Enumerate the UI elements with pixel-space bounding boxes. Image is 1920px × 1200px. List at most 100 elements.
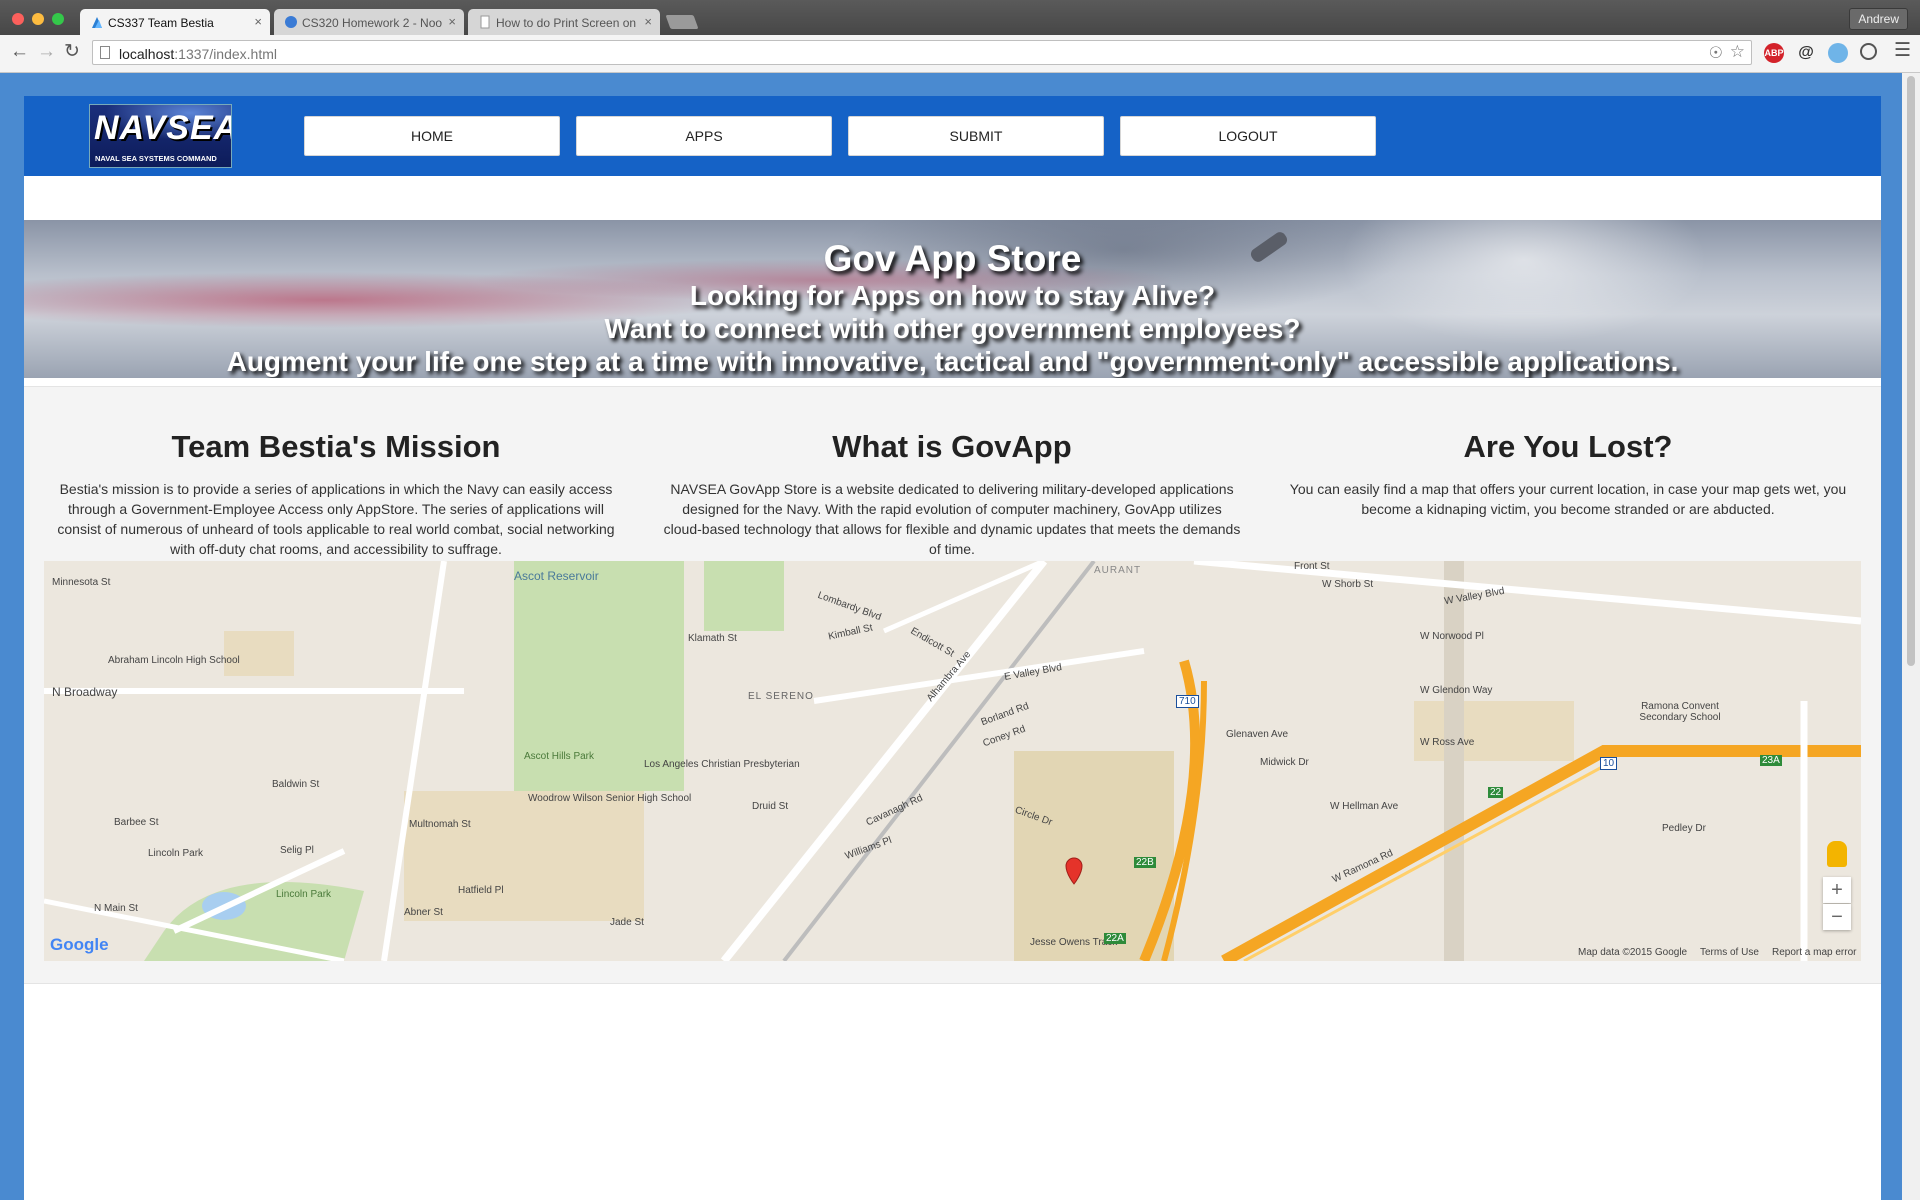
close-window-button[interactable] xyxy=(12,13,24,25)
terms-of-use-link[interactable]: Terms of Use xyxy=(1700,947,1759,958)
shield-710-icon: 710 xyxy=(1176,695,1199,708)
govapp-column: What is GovApp NAVSEA GovApp Store is a … xyxy=(662,429,1242,559)
page-favicon-icon xyxy=(480,15,490,29)
map-label: W Hellman Ave xyxy=(1330,801,1399,812)
navsea-logo[interactable]: NAVSEA NAVAL SEA SYSTEMS COMMAND xyxy=(89,104,232,168)
map-label: Selig Pl xyxy=(280,845,314,856)
shield-22-icon: 22 xyxy=(1488,787,1504,798)
road-line xyxy=(813,648,1145,704)
report-map-error-link[interactable]: Report a map error xyxy=(1772,947,1856,958)
shield-23a-icon: 23A xyxy=(1760,755,1782,766)
forward-arrow-icon[interactable]: → xyxy=(37,42,56,62)
map-label: W Norwood Pl xyxy=(1420,631,1484,642)
map-label: Barbee St xyxy=(114,817,159,828)
map-label: Lincoln Park xyxy=(148,848,204,859)
close-tab-icon[interactable]: × xyxy=(644,14,652,29)
nav-submit-button[interactable]: SUBMIT xyxy=(848,116,1104,156)
browser-tab[interactable]: How to do Print Screen on × xyxy=(468,9,660,35)
banner-title: Gov App Store xyxy=(823,238,1082,279)
freeway-10 xyxy=(1221,745,1861,961)
close-tab-icon[interactable]: × xyxy=(448,14,456,29)
mission-text: Bestia's mission is to provide a series … xyxy=(57,481,615,557)
google-map[interactable]: Ascot Reservoir Minnesota St Abraham Lin… xyxy=(44,561,1861,961)
logo-subtitle: NAVAL SEA SYSTEMS COMMAND xyxy=(95,154,217,163)
lost-column: Are You Lost? You can easily find a map … xyxy=(1278,429,1858,519)
tab-title: CS320 Homework 2 - Noo xyxy=(302,16,443,30)
shield-22b-icon: 22B xyxy=(1134,857,1156,868)
banner-line: Looking for Apps on how to stay Alive? xyxy=(689,280,1216,311)
shield-10-icon: 10 xyxy=(1600,757,1618,770)
lost-text: You can easily find a map that offers yo… xyxy=(1289,481,1847,517)
map-label: Druid St xyxy=(752,801,789,812)
map-label: Ramona Convent Secondary School xyxy=(1639,701,1721,723)
govapp-heading: What is GovApp xyxy=(832,429,1072,464)
browser-tab[interactable]: CS337 Team Bestia × xyxy=(80,9,270,35)
map-label: W Glendon Way xyxy=(1420,685,1493,696)
lost-heading: Are You Lost? xyxy=(1463,429,1673,464)
new-tab-button[interactable] xyxy=(665,15,699,29)
at-sign-icon[interactable]: @ xyxy=(1796,43,1816,63)
maximize-window-button[interactable] xyxy=(52,13,64,25)
scrollbar-thumb[interactable] xyxy=(1907,76,1915,666)
map-label: Pedley Dr xyxy=(1662,823,1706,834)
tab-title: CS337 Team Bestia xyxy=(108,16,214,30)
school-area xyxy=(1414,701,1574,761)
map-label: Ascot Hills Park xyxy=(524,751,595,762)
tab-title: How to do Print Screen on xyxy=(496,16,637,30)
map-label: Lincoln Park xyxy=(276,889,332,900)
map-graphic xyxy=(44,561,1861,961)
govapp-text: NAVSEA GovApp Store is a website dedicat… xyxy=(663,481,1241,557)
map-label: Midwick Dr xyxy=(1260,757,1309,768)
sync-extension-icon[interactable] xyxy=(1860,43,1877,60)
adblock-icon[interactable]: ABP xyxy=(1764,43,1784,63)
map-data-attribution: Map data ©2015 Google xyxy=(1578,947,1688,958)
zoom-out-button[interactable]: − xyxy=(1823,904,1851,930)
freeway-lane xyxy=(1243,764,1605,961)
map-label: Los Angeles Christian Presbyterian xyxy=(644,759,800,770)
school-area xyxy=(404,791,644,921)
location-icon[interactable]: ☉ xyxy=(1709,43,1723,63)
campus-area xyxy=(1014,751,1174,961)
nav-apps-button[interactable]: APPS xyxy=(576,116,832,156)
street-view-pegman-icon[interactable] xyxy=(1827,841,1847,867)
block-shape xyxy=(1444,561,1464,961)
browser-toolbar: ← → ↻ localhost:1337/index.html ☉ ☆ ABP … xyxy=(0,35,1920,73)
map-label: Klamath St xyxy=(688,633,737,644)
map-label: AURANT xyxy=(1094,565,1142,576)
page-scrollbar[interactable] xyxy=(1902,73,1920,1200)
nav-home-button[interactable]: HOME xyxy=(304,116,560,156)
page-icon xyxy=(100,46,110,59)
map-label: EL SERENO xyxy=(748,691,814,702)
map-label: Multnomah St xyxy=(409,819,471,830)
back-arrow-icon[interactable]: ← xyxy=(10,42,29,62)
address-bar[interactable]: localhost:1337/index.html ☉ ☆ xyxy=(92,40,1752,65)
profile-button[interactable]: Andrew xyxy=(1849,8,1908,30)
map-label: Abner St xyxy=(404,907,443,918)
school-area xyxy=(224,631,294,676)
map-label: N Main St xyxy=(94,903,138,914)
browser-tab[interactable]: CS320 Homework 2 - Noo × xyxy=(274,9,464,35)
feather-extension-icon[interactable] xyxy=(1828,43,1848,63)
zoom-in-button[interactable]: + xyxy=(1823,877,1851,903)
nav-logout-button[interactable]: LOGOUT xyxy=(1120,116,1376,156)
mission-heading: Team Bestia's Mission xyxy=(171,429,501,464)
menu-icon[interactable]: ☰ xyxy=(1894,41,1911,61)
map-label: W Ross Ave xyxy=(1420,737,1475,748)
google-logo: Google xyxy=(50,935,109,954)
app-favicon-icon xyxy=(92,17,102,28)
reload-icon[interactable]: ↻ xyxy=(64,42,80,62)
banner-line: Want to connect with other government em… xyxy=(604,313,1301,344)
mission-column: Team Bestia's Mission Bestia's mission i… xyxy=(46,429,626,559)
content-section: Team Bestia's Mission Bestia's mission i… xyxy=(24,386,1881,984)
minimize-window-button[interactable] xyxy=(32,13,44,25)
map-label: Front St xyxy=(1294,561,1330,572)
park-area xyxy=(704,561,784,631)
url-text: localhost:1337/index.html xyxy=(119,46,277,62)
map-label: Glenaven Ave xyxy=(1226,729,1289,740)
bookmark-star-icon[interactable]: ☆ xyxy=(1730,42,1745,62)
banner-line: Augment your life one step at a time wit… xyxy=(226,346,1679,377)
cs-favicon-icon xyxy=(285,16,297,28)
hero-banner: Gov App Store Looking for Apps on how to… xyxy=(24,220,1881,378)
map-label: Minnesota St xyxy=(52,577,111,588)
close-tab-icon[interactable]: × xyxy=(254,14,262,29)
